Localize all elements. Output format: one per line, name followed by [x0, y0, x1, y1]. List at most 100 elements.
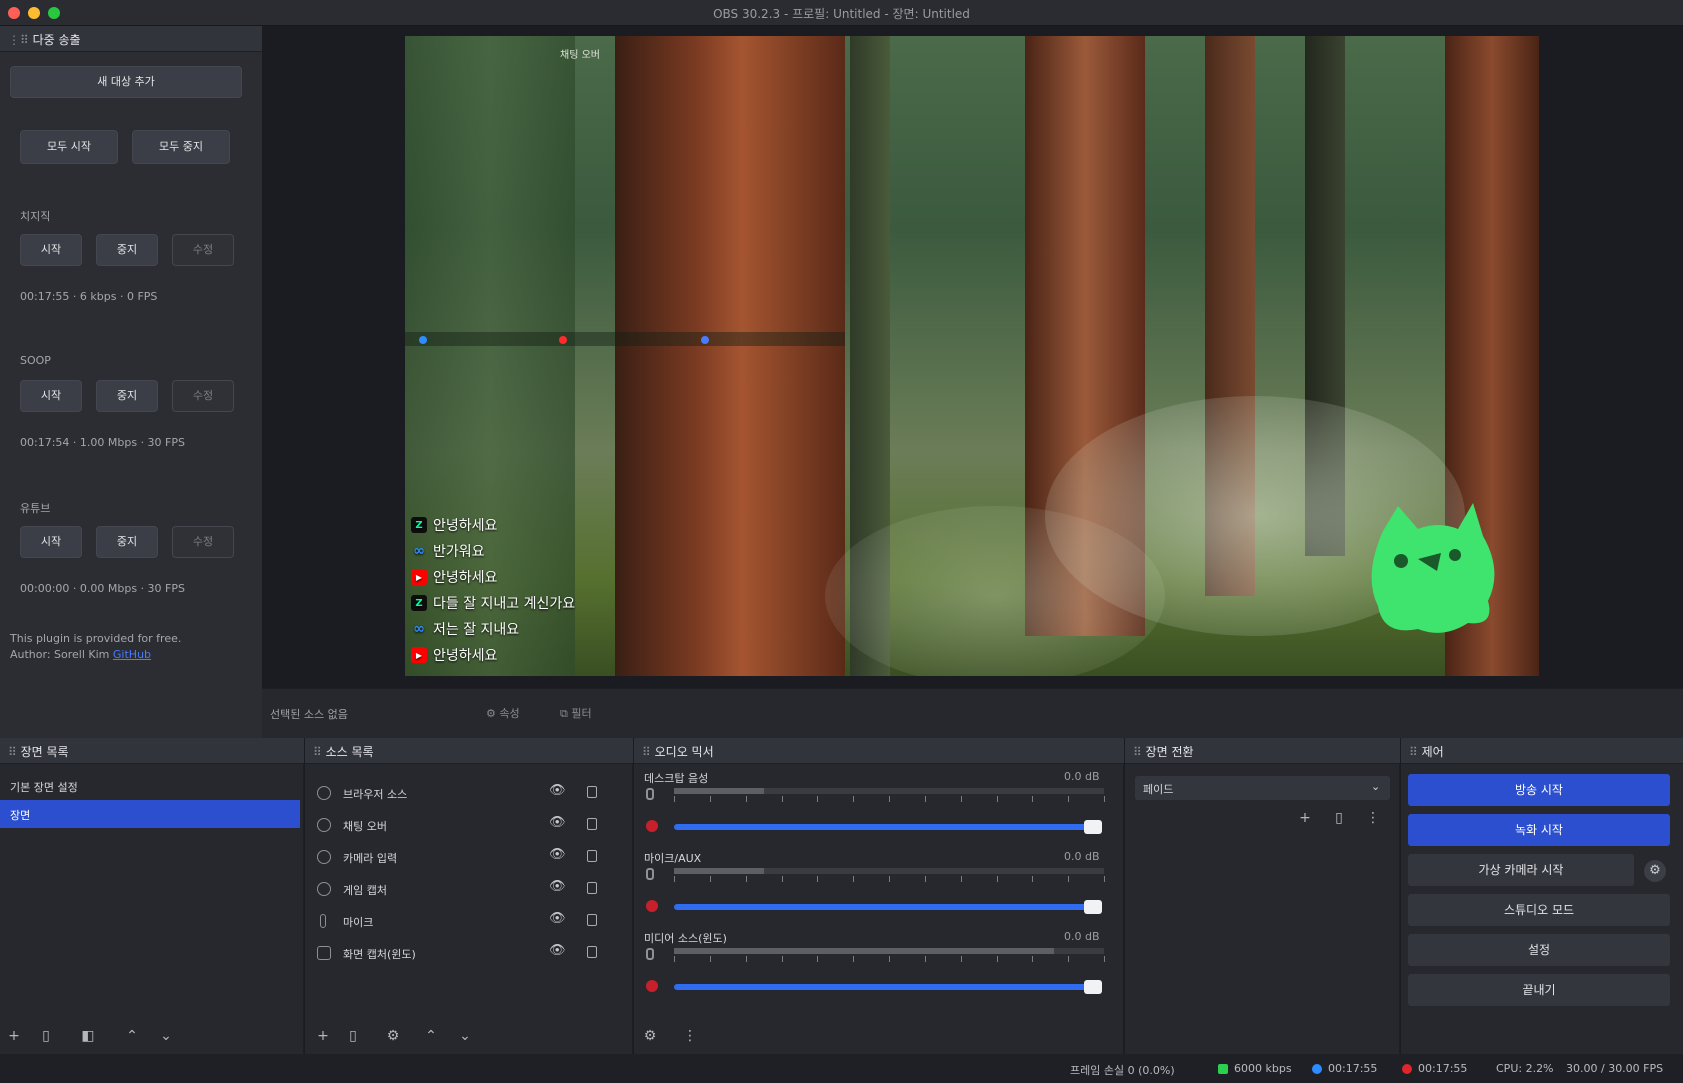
volume-icon[interactable]	[646, 868, 654, 880]
move-down-icon[interactable]: ⌄	[158, 1028, 174, 1044]
meter-scale	[674, 876, 1105, 884]
start-all-button[interactable]: 모두 시작	[20, 130, 118, 164]
lock-icon[interactable]	[587, 914, 597, 926]
mute-icon[interactable]	[646, 980, 658, 992]
volume-slider[interactable]	[674, 904, 1092, 910]
fog-effect	[825, 506, 1165, 676]
meter-tick	[853, 956, 855, 962]
target-edit-button[interactable]: 수정	[172, 526, 234, 558]
target-edit-button[interactable]: 수정	[172, 234, 234, 266]
add-source-icon[interactable]: +	[315, 1028, 331, 1044]
dock-grip-icon[interactable]: ⠿	[313, 745, 326, 759]
dock-grip-icon[interactable]: ⠿	[1409, 745, 1422, 759]
dock-grip-icon[interactable]: ⠿	[8, 745, 21, 759]
transitions-header: ⠿ 장면 전환	[1125, 738, 1400, 764]
source-settings-icon[interactable]: ⚙	[385, 1028, 401, 1044]
filters-button[interactable]: ⧉ 필터	[560, 705, 592, 721]
chzzk-icon: Z	[411, 517, 427, 533]
remove-transition-icon[interactable]: ▯	[1331, 810, 1347, 826]
eye-icon[interactable]: 👁	[549, 783, 566, 798]
volume-slider-handle[interactable]	[1084, 980, 1102, 994]
mixer-channel-name: 미디어 소스(윈도)	[644, 932, 727, 945]
move-up-icon[interactable]: ⌃	[423, 1028, 439, 1044]
virtual-camera-settings-icon[interactable]: ⚙	[1644, 860, 1666, 882]
chat-text: 저는 잘 지내요	[433, 622, 520, 638]
transition-menu-icon[interactable]: ⋮	[1365, 810, 1381, 826]
start-recording-button[interactable]: 녹화 시작	[1408, 814, 1670, 846]
target-edit-button[interactable]: 수정	[172, 380, 234, 412]
volume-icon[interactable]	[646, 788, 654, 800]
target-stop-button[interactable]: 중지	[96, 380, 158, 412]
remove-source-icon[interactable]: ▯	[345, 1028, 361, 1044]
meter-tick	[996, 956, 998, 962]
eye-icon[interactable]: 👁	[549, 847, 566, 862]
target-stop-button[interactable]: 중지	[96, 234, 158, 266]
chat-overlay: Z 안녕하세요 ∞ 반가워요 ▶ 안녕하세요 Z 다들 잘 지내고 계신가요 ∞ 저는 잘…	[411, 512, 575, 668]
meter-tick	[817, 956, 819, 962]
record-status-icon	[1402, 1064, 1412, 1074]
chat-message: ∞ 저는 잘 지내요	[411, 616, 575, 642]
eye-icon[interactable]: 👁	[549, 815, 566, 830]
dock-grip-icon[interactable]: ⋮⠿	[8, 33, 33, 47]
start-streaming-button[interactable]: 방송 시작	[1408, 774, 1670, 806]
scene-item[interactable]: 기본 장면 설정	[0, 774, 300, 798]
advanced-audio-icon[interactable]: ⚙	[642, 1028, 658, 1044]
properties-button[interactable]: ⚙ 속성	[486, 705, 520, 721]
lock-icon[interactable]	[587, 946, 597, 958]
lock-icon[interactable]	[587, 850, 597, 862]
window-titlebar: OBS 30.2.3 - 프로필: Untitled - 장면: Untitle…	[0, 0, 1683, 26]
target-start-button[interactable]: 시작	[20, 234, 82, 266]
target-start-button[interactable]: 시작	[20, 526, 82, 558]
meter-tick	[960, 876, 962, 882]
settings-button[interactable]: 설정	[1408, 934, 1670, 966]
volume-slider[interactable]	[674, 984, 1092, 990]
add-target-button[interactable]: 새 대상 추가	[10, 66, 242, 98]
sources-title: 소스 목록	[325, 745, 374, 759]
target-start-button[interactable]: 시작	[20, 380, 82, 412]
eye-icon[interactable]: 👁	[549, 879, 566, 894]
lock-icon[interactable]	[587, 818, 597, 830]
eye-icon[interactable]: 👁	[549, 911, 566, 926]
mixer-header: ⠿ 오디오 믹서	[634, 738, 1124, 764]
chat-text: 안녕하세요	[433, 648, 498, 664]
record-time: 00:17:55	[1418, 1062, 1468, 1075]
transition-select[interactable]: 페이드 ⌄	[1135, 776, 1390, 800]
volume-slider-handle[interactable]	[1084, 820, 1102, 834]
overlay-label: 채팅 오버	[560, 50, 600, 61]
add-scene-icon[interactable]: +	[6, 1028, 22, 1044]
lock-icon[interactable]	[587, 786, 597, 798]
chzzk-icon: Z	[411, 595, 427, 611]
game-capture-icon	[317, 882, 331, 896]
mute-icon[interactable]	[646, 820, 658, 832]
program-preview[interactable]: 채팅 오버 Z 안녕하세요 ∞ 반가워요 ▶ 안녕하세요 Z 다들 잘 지내고 계신가요…	[405, 36, 1539, 676]
exit-button[interactable]: 끝내기	[1408, 974, 1670, 1006]
mixer-channel-name: 데스크탑 음성	[644, 772, 709, 785]
dock-grip-icon[interactable]: ⠿	[1133, 745, 1146, 759]
scene-item-selected[interactable]: 장면	[0, 800, 300, 828]
remove-scene-icon[interactable]: ▯	[38, 1028, 54, 1044]
volume-slider-handle[interactable]	[1084, 900, 1102, 914]
afreeca-dot-icon	[419, 336, 427, 344]
studio-mode-button[interactable]: 스튜디오 모드	[1408, 894, 1670, 926]
eye-icon[interactable]: 👁	[549, 943, 566, 958]
youtube-icon: ▶	[411, 647, 427, 663]
volume-icon[interactable]	[646, 948, 654, 960]
start-virtual-camera-button[interactable]: 가상 카메라 시작	[1408, 854, 1634, 886]
github-link[interactable]: GitHub	[113, 648, 151, 661]
scene-filters-icon[interactable]: ◧	[80, 1028, 96, 1044]
lock-icon[interactable]	[587, 882, 597, 894]
meter-tick	[817, 796, 819, 802]
mixer-channel-db: 0.0 dB	[1064, 850, 1100, 863]
move-down-icon[interactable]: ⌄	[457, 1028, 473, 1044]
target-stop-button[interactable]: 중지	[96, 526, 158, 558]
target-label-chzzk: 치지직	[20, 210, 51, 223]
move-up-icon[interactable]: ⌃	[124, 1028, 140, 1044]
add-transition-icon[interactable]: +	[1297, 810, 1313, 826]
mixer-menu-icon[interactable]: ⋮	[682, 1028, 698, 1044]
stop-all-button[interactable]: 모두 중지	[132, 130, 230, 164]
dock-grip-icon[interactable]: ⠿	[642, 745, 655, 759]
volume-slider[interactable]	[674, 824, 1092, 830]
controls-header: ⠿ 제어	[1401, 738, 1683, 764]
chat-text: 반가워요	[433, 544, 485, 560]
mute-icon[interactable]	[646, 900, 658, 912]
